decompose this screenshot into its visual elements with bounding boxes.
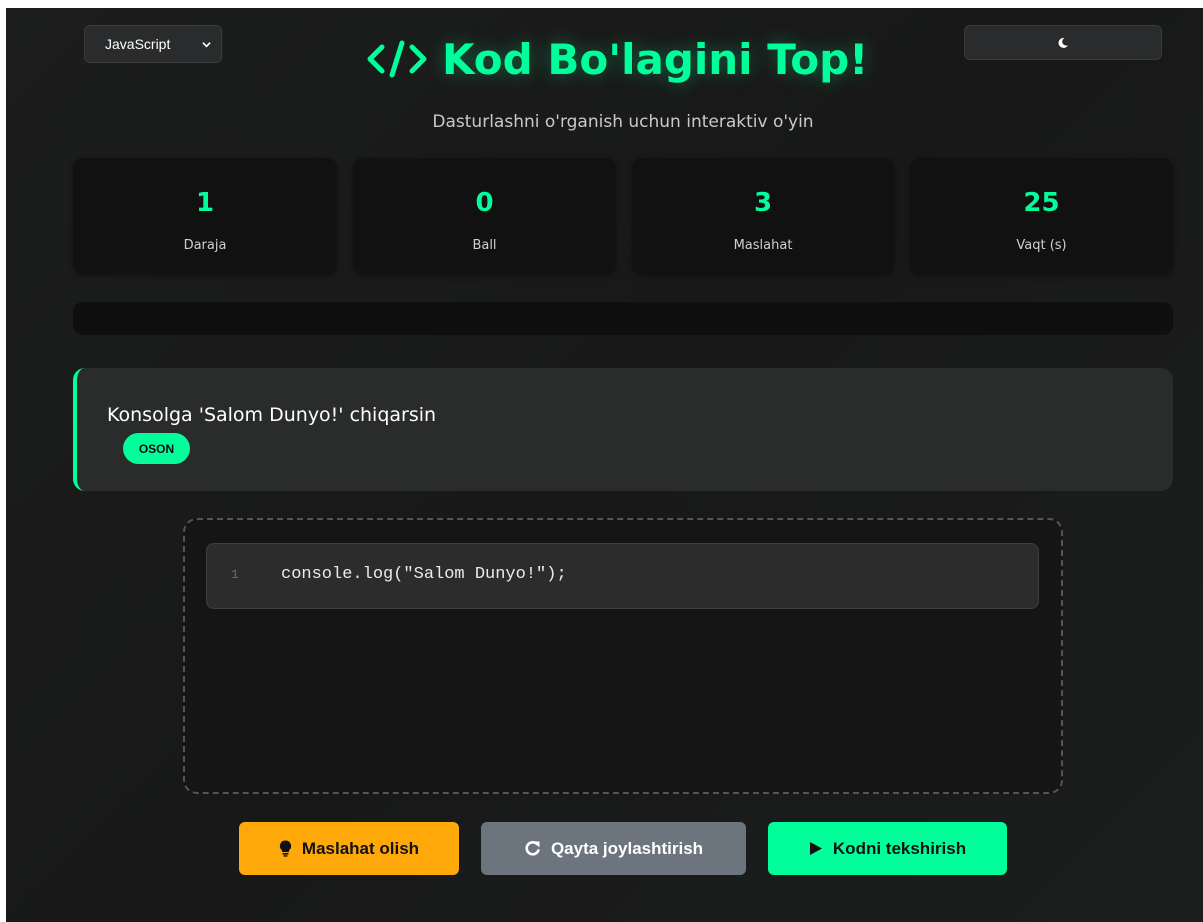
stat-value: 25 (1023, 188, 1060, 218)
reshuffle-button-label: Qayta joylashtirish (550, 838, 704, 858)
stat-label: Vaqt (s) (1016, 238, 1067, 253)
redo-icon (525, 841, 540, 856)
get-hint-button[interactable]: Maslahat olish (239, 822, 459, 875)
theme-toggle-button[interactable] (964, 25, 1162, 60)
stat-value: 3 (753, 188, 773, 218)
task-description: Konsolga 'Salom Dunyo!' chiqarsin (107, 404, 437, 426)
get-hint-button-label: Maslahat olish (301, 838, 420, 858)
chevron-down-icon (202, 42, 211, 48)
lightbulb-icon (279, 840, 291, 857)
moon-icon (1058, 37, 1068, 48)
page-title-text: Kod Bo'lagini Top! (442, 34, 869, 84)
language-select-value: JavaScript (105, 36, 171, 52)
stat-card-time: 25 Vaqt (s) (910, 158, 1173, 274)
code-snippet-block[interactable]: 1 console.log("Salom Dunyo!"); (206, 543, 1039, 609)
stat-value: 0 (475, 188, 494, 218)
reshuffle-button[interactable]: Qayta joylashtirish (481, 822, 746, 875)
stat-card-level: 1 Daraja (73, 158, 337, 274)
app-window: JavaScript Kod Bo'lagini Top! Dasturlash… (6, 8, 1203, 922)
stat-label: Maslahat (733, 238, 793, 253)
code-line-text: console.log("Salom Dunyo!"); (281, 565, 567, 584)
stat-card-hints: 3 Maslahat (632, 158, 894, 274)
progress-bar (73, 302, 1173, 335)
play-icon (809, 842, 822, 855)
stat-label: Ball (472, 238, 497, 253)
page-title: Kod Bo'lagini Top! (366, 26, 886, 92)
line-number: 1 (231, 567, 239, 582)
page-subtitle: Dasturlashni o'rganish uchun interaktiv … (432, 112, 814, 132)
stat-label: Daraja (183, 238, 227, 253)
language-select[interactable]: JavaScript (84, 25, 222, 63)
stat-value: 1 (195, 188, 215, 218)
stat-card-score: 0 Ball (353, 158, 616, 274)
check-code-button[interactable]: Kodni tekshirish (768, 822, 1007, 875)
difficulty-badge: OSON (123, 433, 190, 464)
task-card: Konsolga 'Salom Dunyo!' chiqarsin OSON (73, 368, 1173, 491)
check-code-button-label: Kodni tekshirish (832, 838, 967, 858)
code-icon (367, 40, 427, 78)
